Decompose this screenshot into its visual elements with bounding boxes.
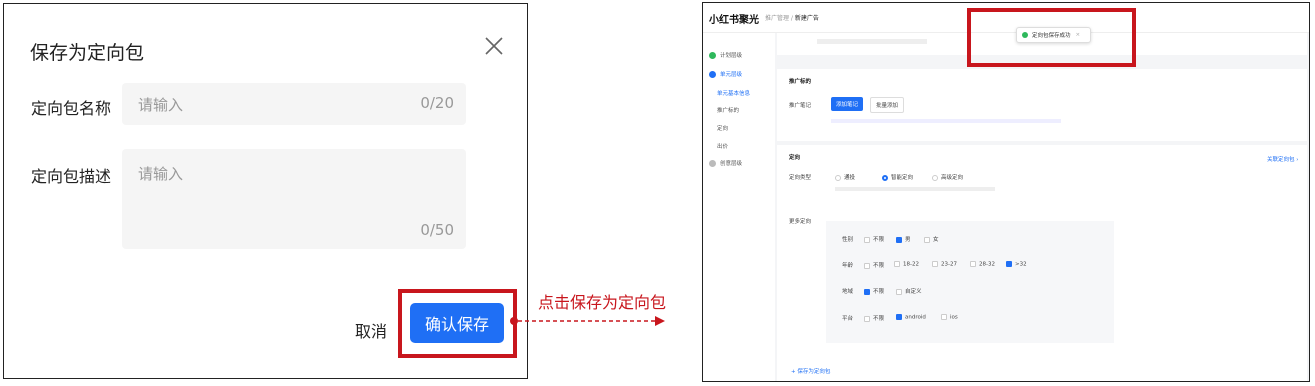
sidebar-label: 创意层级 xyxy=(720,161,743,167)
cancel-button[interactable]: 取消 xyxy=(355,318,387,342)
sidebar-label: 单元基本信息 xyxy=(717,91,751,97)
highlight-box-toast xyxy=(967,8,1136,67)
name-input[interactable]: 请输入 0/20 xyxy=(122,83,466,125)
step-2-icon xyxy=(709,70,716,78)
age-label: 年龄 xyxy=(842,263,854,269)
gender-label: 性别 xyxy=(842,237,854,243)
type-label: 定向类型 xyxy=(789,175,812,181)
note-label: 推广笔记 xyxy=(789,103,812,109)
name-char-count: 0/20 xyxy=(420,94,454,112)
desc-char-count: 0/50 xyxy=(420,221,454,239)
more-targeting-label: 更多定向 xyxy=(789,219,812,225)
hint-line xyxy=(835,187,995,191)
dialog-title: 保存为定向包 xyxy=(30,42,145,64)
desc-placeholder: 请输入 xyxy=(138,165,184,183)
sidebar-label: 推广标的 xyxy=(717,108,740,114)
breadcrumb-current: 新建广告 xyxy=(794,15,819,22)
platform-any[interactable]: 不限 xyxy=(864,314,884,322)
close-icon[interactable] xyxy=(482,34,506,58)
gender-female[interactable]: 女 xyxy=(924,235,939,243)
link-targeting-pkg[interactable]: 关联定向包 › xyxy=(1267,155,1298,163)
sidebar: 计划层级 单元层级 单元基本信息 推广标的 定向 出价 创意层级 xyxy=(703,33,775,381)
targeting-title: 定向 xyxy=(789,155,801,161)
region-label: 地域 xyxy=(842,289,854,295)
sidebar-label: 出价 xyxy=(717,144,729,150)
sidebar-item-targeting[interactable]: 定向 xyxy=(717,124,728,132)
type-option-all[interactable]: 通投 xyxy=(835,173,855,181)
highlight-box-confirm xyxy=(398,289,517,358)
hint-line xyxy=(831,119,1061,123)
brand-logo: 小红书聚光 xyxy=(709,15,759,26)
name-label: 定向包名称 xyxy=(31,99,112,118)
sidebar-item-creative[interactable]: 创意层级 xyxy=(709,159,742,167)
step-3-icon xyxy=(709,159,716,167)
main-content: 推广标的 推广笔记 添加笔记 批量添加 定向 关联定向包 › 定向类型 通投 智… xyxy=(775,33,1309,381)
region-custom[interactable]: 自定义 xyxy=(896,287,922,295)
desc-label: 定向包描述 xyxy=(31,167,112,186)
region-any[interactable]: 不限 xyxy=(864,287,884,295)
promo-card: 推广标的 推广笔记 添加笔记 批量添加 xyxy=(777,69,1307,141)
breadcrumb-parent[interactable]: 推广管理 / xyxy=(765,15,793,22)
sidebar-item-unit-info[interactable]: 单元基本信息 xyxy=(717,89,750,97)
age-over-32[interactable]: >32 xyxy=(1006,261,1027,268)
annotation-text: 点击保存为定向包 xyxy=(538,293,667,312)
add-note-button[interactable]: 添加笔记 xyxy=(831,97,864,111)
platform-label: 平台 xyxy=(842,316,854,322)
check-circle-icon xyxy=(709,51,716,59)
save-as-targeting-pkg-link[interactable]: + 保存为定向包 xyxy=(791,367,830,375)
sidebar-item-bid[interactable]: 出价 xyxy=(717,142,728,150)
age-28-32[interactable]: 28-32 xyxy=(970,261,995,268)
sidebar-item-unit[interactable]: 单元层级 xyxy=(709,70,742,78)
age-18-22[interactable]: 18-22 xyxy=(894,261,919,268)
gender-male[interactable]: 男 xyxy=(896,235,911,243)
sidebar-item-plan[interactable]: 计划层级 xyxy=(709,51,742,59)
platform-android[interactable]: android xyxy=(896,314,926,321)
gender-any[interactable]: 不限 xyxy=(864,235,884,243)
desc-textarea[interactable]: 请输入 0/50 xyxy=(122,149,466,249)
batch-add-button[interactable]: 批量添加 xyxy=(870,97,905,113)
promo-title: 推广标的 xyxy=(789,79,812,85)
type-option-advanced[interactable]: 高级定向 xyxy=(932,173,963,181)
breadcrumb: 推广管理 / 新建广告 xyxy=(765,13,819,22)
sidebar-label: 计划层级 xyxy=(720,53,743,59)
targeting-card: 定向 关联定向包 › 定向类型 通投 智能定向 高级定向 更多定向 性别 不限 … xyxy=(777,145,1307,381)
more-targeting-panel: 性别 不限 男 女 年龄 不限 18-22 23-27 28-32 >32 地域… xyxy=(826,221,1114,343)
age-23-27[interactable]: 23-27 xyxy=(932,261,957,268)
platform-ios[interactable]: ios xyxy=(941,314,958,321)
age-any[interactable]: 不限 xyxy=(864,261,884,269)
sidebar-label: 定向 xyxy=(717,126,729,132)
sidebar-item-promo[interactable]: 推广标的 xyxy=(717,106,739,114)
type-option-smart[interactable]: 智能定向 xyxy=(882,173,913,181)
placeholder-line xyxy=(817,39,927,44)
sidebar-label: 单元层级 xyxy=(720,72,743,78)
name-placeholder: 请输入 xyxy=(138,96,184,114)
